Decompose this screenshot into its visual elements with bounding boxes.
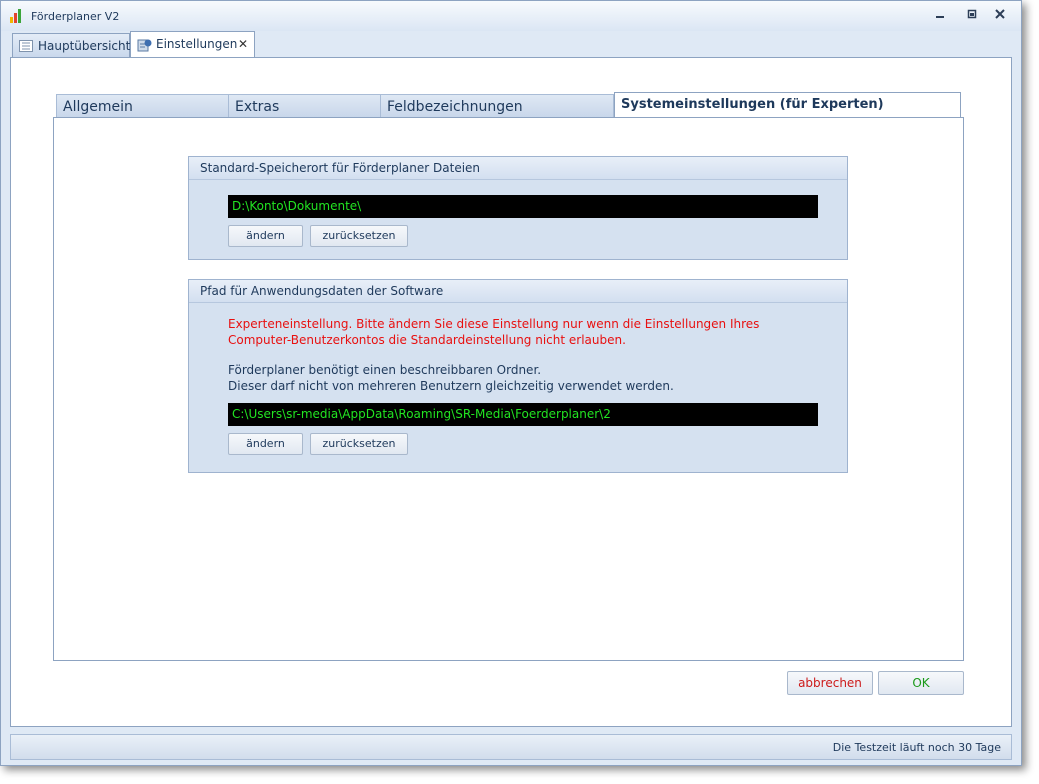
tab-hauptuebersicht[interactable]: Hauptübersicht xyxy=(12,33,130,57)
reset-storage-path-button[interactable]: zurücksetzen xyxy=(310,225,408,247)
cancel-button[interactable]: abbrechen xyxy=(787,671,873,695)
change-appdata-path-button[interactable]: ändern xyxy=(228,433,303,455)
tab-einstellungen[interactable]: Einstellungen ✕ xyxy=(130,31,255,58)
trial-status-text: Die Testzeit läuft noch 30 Tage xyxy=(832,741,1001,754)
tab-label: Feldbezeichnungen xyxy=(387,99,523,115)
group-header: Pfad für Anwendungsdaten der Software xyxy=(189,280,847,303)
storage-path-field[interactable]: D:\Konto\Dokumente\ xyxy=(228,195,818,218)
app-logo-icon xyxy=(10,9,26,23)
appdata-path-field[interactable]: C:\Users\sr-media\AppData\Roaming\SR-Med… xyxy=(228,403,818,426)
list-icon xyxy=(19,40,33,52)
tab-label: Einstellungen xyxy=(156,37,238,51)
appdata-path-group: Pfad für Anwendungsdaten der Software Ex… xyxy=(188,279,848,473)
reset-appdata-path-button[interactable]: zurücksetzen xyxy=(310,433,408,455)
tab-extras[interactable]: Extras xyxy=(228,94,382,118)
storage-location-group: Standard-Speicherort für Förderplaner Da… xyxy=(188,156,848,260)
settings-page: Allgemein Extras Feldbezeichnungen Syste… xyxy=(10,57,1012,727)
tab-label: Systemeinstellungen (für Experten) xyxy=(621,97,884,112)
tab-label: Extras xyxy=(235,99,280,115)
restore-icon xyxy=(967,9,977,19)
settings-icon xyxy=(137,38,152,52)
close-icon xyxy=(995,9,1005,19)
expert-warning-line1: Experteneinstellung. Bitte ändern Sie di… xyxy=(228,317,760,331)
change-storage-path-button[interactable]: ändern xyxy=(228,225,303,247)
title-bar[interactable]: Förderplaner V2 xyxy=(1,1,1021,31)
document-tab-bar: Hauptübersicht Einstellungen ✕ xyxy=(10,31,1012,58)
group-title: Pfad für Anwendungsdaten der Software xyxy=(200,284,444,298)
settings-tab-bar: Allgemein Extras Feldbezeichnungen Syste… xyxy=(56,92,961,120)
group-header: Standard-Speicherort für Förderplaner Da… xyxy=(189,157,847,180)
tab-label: Hauptübersicht xyxy=(38,39,131,53)
tab-allgemein[interactable]: Allgemein xyxy=(56,94,230,118)
status-bar: Die Testzeit läuft noch 30 Tage xyxy=(10,734,1012,760)
close-window-button[interactable] xyxy=(991,9,1009,23)
close-tab-icon[interactable]: ✕ xyxy=(238,37,248,51)
ok-button[interactable]: OK xyxy=(878,671,964,695)
group-title: Standard-Speicherort für Förderplaner Da… xyxy=(200,161,481,175)
info-line2: Dieser darf nicht von mehreren Benutzern… xyxy=(228,379,674,393)
tab-systemeinstellungen[interactable]: Systemeinstellungen (für Experten) xyxy=(614,92,961,120)
minimize-icon xyxy=(936,16,944,18)
info-line1: Förderplaner benötigt einen beschreibbar… xyxy=(228,363,542,377)
maximize-button[interactable] xyxy=(963,9,981,23)
expert-warning-line2: Computer-Benutzerkontos die Standardeins… xyxy=(228,333,626,347)
app-window: Förderplaner V2 Hauptübersicht Einstellu… xyxy=(0,0,1022,766)
window-title: Förderplaner V2 xyxy=(31,10,120,23)
tab-label: Allgemein xyxy=(63,99,133,115)
systemeinstellungen-panel: Standard-Speicherort für Förderplaner Da… xyxy=(53,117,964,661)
minimize-button[interactable] xyxy=(931,9,949,23)
tab-feldbezeichnungen[interactable]: Feldbezeichnungen xyxy=(380,94,614,118)
